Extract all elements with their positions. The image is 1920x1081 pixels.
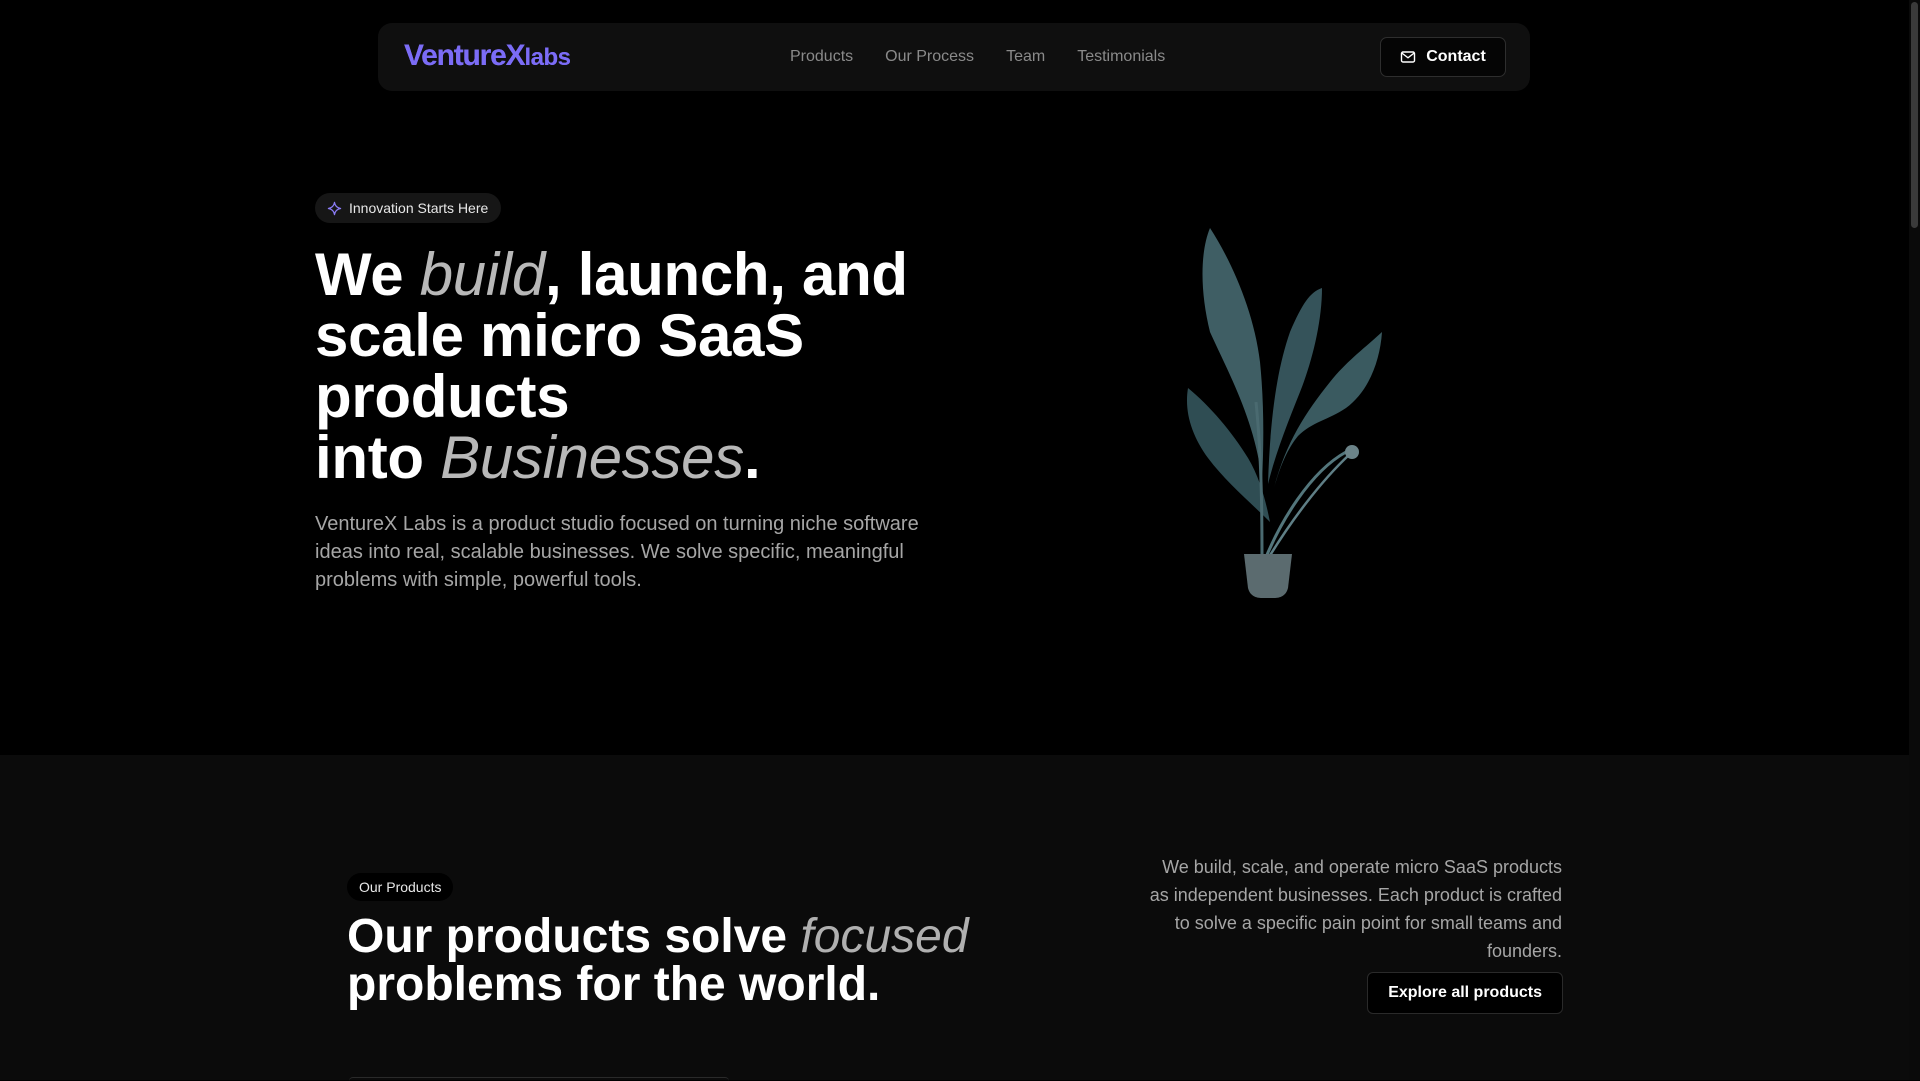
products-title-part: Our products solve [347,910,801,963]
nav-link-team[interactable]: Team [1006,48,1045,66]
scrollbar-thumb[interactable] [1911,2,1918,228]
logo[interactable]: VentureXlabs [404,39,571,72]
products-title-part: problems for the world. [347,958,881,1011]
nav-link-products[interactable]: Products [790,48,853,66]
product-card[interactable] [349,1077,729,1081]
hero-title-emphasis: build [419,241,546,308]
hero-title-part: into [315,424,441,491]
products-title-emphasis: focused [800,910,969,963]
hero-badge-label: Innovation Starts Here [349,200,489,216]
products-section: Our Products Our products solve focused p… [0,755,1909,1080]
nav-links: Products Our Process Team Testimonials [790,48,1165,66]
products-description: We build, scale, and operate micro SaaS … [1149,857,1562,961]
plant-illustration [1186,228,1382,598]
top-navbar: VentureXlabs Products Our Process Team T… [378,23,1530,91]
hero-badge: Innovation Starts Here [315,193,502,223]
contact-label: Contact [1426,48,1486,65]
products-title: Our products solve focused problems for t… [347,913,1107,1009]
explore-products-button[interactable]: Explore all products [1367,972,1563,1014]
hero-description: VentureX Labs is a product studio focuse… [315,513,919,591]
contact-button[interactable]: Contact [1380,37,1506,77]
hero-title-part: We [315,241,420,308]
scrollbar[interactable] [1909,0,1920,1080]
hero-title: We build, launch, and scale micro SaaS p… [315,244,995,488]
nav-link-testimonials[interactable]: Testimonials [1077,48,1165,66]
hero-title-emphasis: Businesses [440,424,744,491]
logo-sub-text: labs [524,44,571,71]
products-badge: Our Products [347,873,454,901]
sparkle-icon [327,201,342,215]
logo-main-text: VentureX [404,39,526,72]
nav-link-our-process[interactable]: Our Process [885,48,974,66]
mail-icon [1401,51,1416,63]
hero-title-part: . [743,424,761,491]
